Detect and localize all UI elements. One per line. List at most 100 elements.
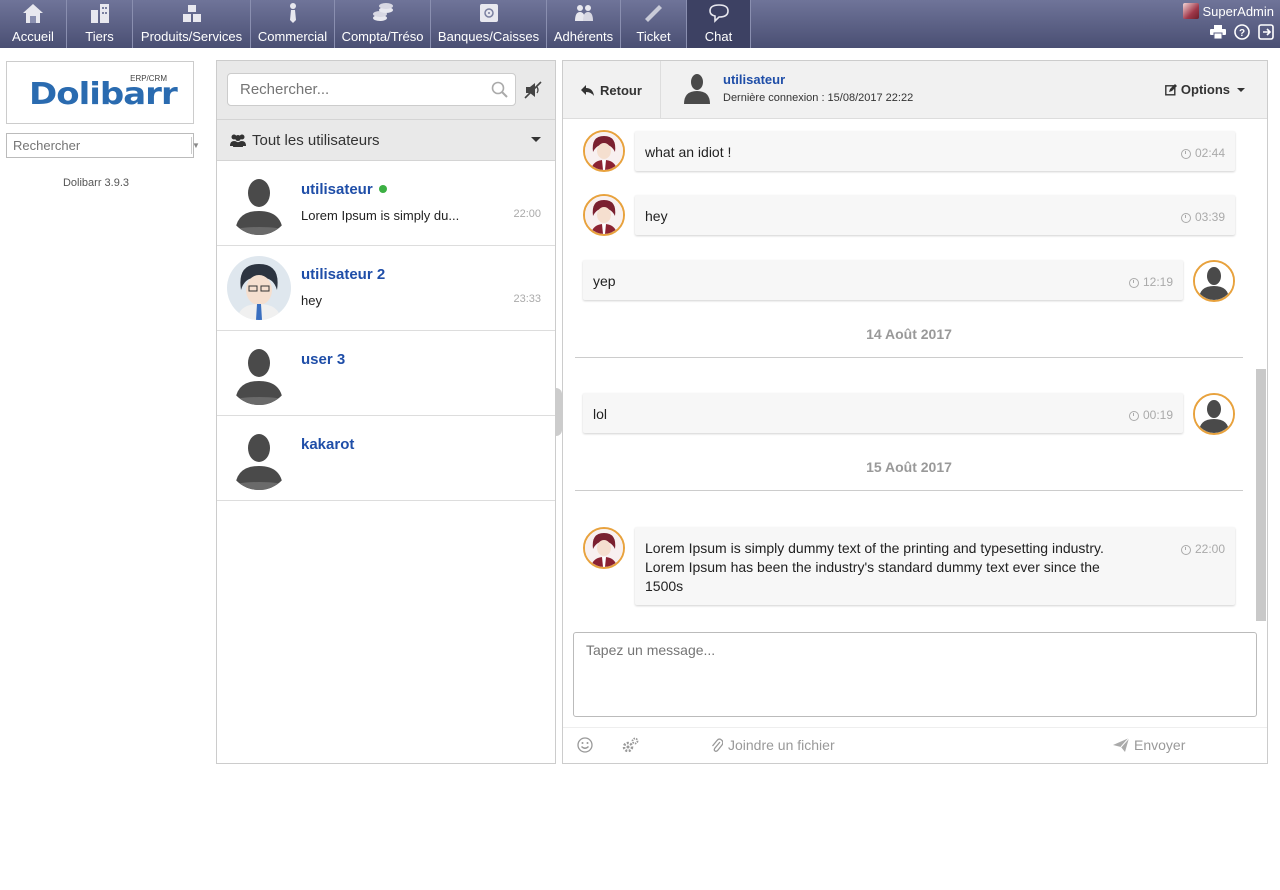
help-icon[interactable]: ? [1233,23,1250,40]
date-separator: 15 Août 2017 [866,459,952,475]
version-label: Dolibarr 3.9.3 [62,177,130,189]
top-tools: ? [1183,23,1274,40]
back-button[interactable]: Retour [563,61,661,119]
options-label: Options [1180,82,1230,97]
user-list-item[interactable]: kakarot [217,416,555,501]
svg-text:?: ? [1238,28,1244,39]
main-menu: Accueil Tiers Produits/Services Commerci… [0,0,1280,48]
boxes-icon [178,0,206,26]
sender-avatar [583,194,625,236]
message-time: 12:19 [1128,273,1173,292]
menu-item-adherents[interactable]: Adhérents [547,0,621,48]
users-icon [230,134,246,147]
user-name: kakarot [301,436,355,453]
message-item: Lorem Ipsum is simply dummy text of the … [563,514,1267,614]
logo-text: Dolibarr [29,76,178,112]
sidebar-search-input[interactable] [7,134,189,157]
menu-label: Compta/Tréso [341,29,424,44]
message-time: 22:00 [1180,540,1225,559]
user-area: SuperAdmin ? [1183,3,1274,40]
user-list-panel: Tout les utilisateurs utilisateur Lorem … [216,60,556,764]
message-bubble: Lorem Ipsum is simply dummy text of the … [635,527,1235,605]
menu-item-ticket[interactable]: Ticket [621,0,687,48]
menu-item-compta[interactable]: Compta/Tréso [335,0,431,48]
send-button[interactable]: Envoyer [1113,737,1185,753]
settings-gears-icon[interactable] [621,737,639,753]
home-icon [19,0,47,26]
send-icon [1113,738,1129,752]
menu-label: Tiers [85,29,114,44]
default-avatar-icon [227,426,291,490]
message-time: 03:39 [1180,208,1225,227]
clock-icon [1180,212,1191,223]
clock-icon [1128,410,1139,421]
menu-label: Produits/Services [140,29,243,44]
menu-item-produits[interactable]: Produits/Services [133,0,251,48]
logout-icon[interactable] [1257,23,1274,40]
message-text: yep [593,273,616,289]
menu-item-banques[interactable]: Banques/Caisses [431,0,547,48]
chat-panel: Retour utilisateur Dernière connexion : … [562,60,1268,764]
message-text: hey [645,208,668,224]
user-filter-dropdown[interactable]: Tout les utilisateurs [217,120,555,161]
sender-avatar [583,527,625,569]
message-bubble: what an idiot ! 02:44 [635,131,1235,171]
ticket-icon [640,0,668,26]
menu-label: Ticket [636,29,671,44]
user-avatar [1183,3,1200,19]
clock-icon [1128,277,1139,288]
menu-item-commercial[interactable]: Commercial [251,0,335,48]
current-user[interactable]: SuperAdmin [1183,3,1274,19]
dolibarr-logo[interactable]: ERP/CRM Dolibarr [6,61,194,124]
sender-avatar [583,130,625,172]
attach-label: Joindre un fichier [728,737,835,753]
menu-item-accueil[interactable]: Accueil [0,0,67,48]
message-time: 00:19 [1128,406,1173,425]
default-avatar-icon [227,341,291,405]
message-text: what an idiot ! [645,144,732,160]
emoji-icon[interactable] [577,737,593,753]
chevron-down-icon[interactable]: ▼ [191,137,200,154]
message-input[interactable] [574,633,1256,716]
paperclip-icon [711,738,723,752]
own-avatar-icon [1193,393,1235,435]
message-item: hey 03:39 [563,183,1267,243]
menu-label: Banques/Caisses [437,29,540,44]
user-name: utilisateur 2 [301,266,386,283]
message-item: lol 00:19 [563,381,1267,441]
menu-label: Adhérents [553,29,614,44]
user-search-box [227,73,516,106]
anime-avatar [227,256,291,320]
last-message-preview: hey [301,293,322,308]
clock-icon [1180,148,1191,159]
search-icon[interactable] [485,81,515,99]
message-time: 02:44 [1180,144,1225,163]
contact-name[interactable]: utilisateur [723,72,785,87]
reply-arrow-icon [581,84,595,96]
message-item: yep 12:19 [563,247,1267,307]
attach-file-button[interactable]: Joindre un fichier [711,737,835,753]
options-dropdown[interactable]: Options [1164,82,1245,97]
menu-item-tiers[interactable]: Tiers [67,0,133,48]
message-bubble: lol 00:19 [583,393,1183,433]
menu-label: Accueil [12,29,54,44]
last-connection: Dernière connexion : 15/08/2017 22:22 [723,92,914,104]
sidebar-search: ▼ [6,133,200,158]
message-text: lol [593,406,608,422]
print-icon[interactable] [1209,23,1226,40]
message-list: what an idiot ! 02:44 hey 03:39 yep 12:1… [563,119,1267,621]
buildings-icon [86,0,114,26]
default-avatar-icon [227,171,291,235]
user-list-item[interactable]: utilisateur 2 hey 23:33 [217,246,555,331]
user-search-input[interactable] [228,81,485,98]
chat-icon [705,0,733,26]
sound-off-icon[interactable] [523,80,543,100]
clock-icon [1180,544,1191,555]
user-list-item[interactable]: user 3 [217,331,555,416]
message-scrollbar[interactable] [1256,369,1266,621]
user-name: SuperAdmin [1202,3,1274,19]
user-list-item[interactable]: utilisateur Lorem Ipsum is simply du... … [217,161,555,246]
send-label: Envoyer [1134,737,1186,753]
menu-item-chat[interactable]: Chat [687,0,751,48]
message-item: what an idiot ! 02:44 [563,119,1267,179]
